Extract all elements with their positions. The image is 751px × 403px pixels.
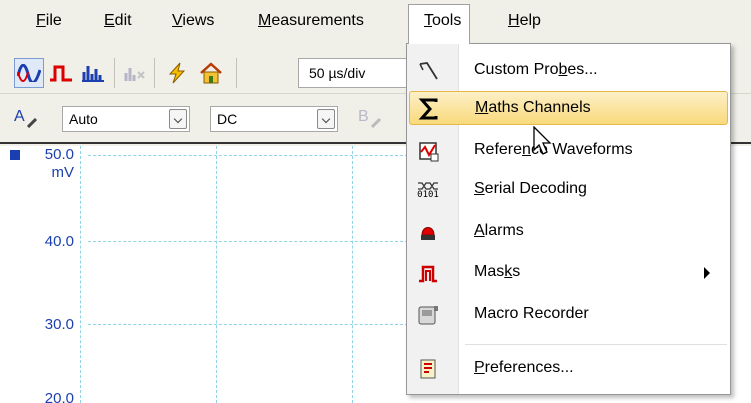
reference-waveform-icon: [415, 138, 441, 164]
menu-item-macro-recorder[interactable]: Macro Recorder: [409, 298, 728, 332]
home-icon: [200, 62, 222, 84]
menu-views[interactable]: Views: [172, 12, 214, 30]
custom-probes-icon: [415, 58, 441, 84]
grid-line: [88, 324, 418, 325]
menu-item-alarms[interactable]: Alarms: [409, 215, 728, 249]
grid-line: [352, 146, 353, 403]
menu-item-preferences[interactable]: Preferences...: [409, 352, 728, 386]
channel-a-coupling-value: DC: [217, 111, 238, 127]
tools-menu: Custom Probes... Maths Channels Referenc…: [406, 43, 731, 395]
home-button[interactable]: [196, 58, 226, 88]
menu-item-serial-decoding[interactable]: 0101 Serial Decoding: [409, 173, 728, 207]
y-axis-label: 50.0: [44, 146, 74, 163]
y-axis-label: 30.0: [44, 316, 74, 333]
mouse-cursor-icon: [533, 126, 552, 155]
timebase-select[interactable]: 50 µs/div: [298, 58, 408, 88]
channel-a-range-select[interactable]: Auto: [62, 106, 190, 132]
grid-line: [216, 146, 217, 403]
menu-tools[interactable]: Tools: [408, 4, 470, 44]
serial-decoding-icon: 0101: [415, 177, 441, 203]
disabled-spectrum-icon: [124, 68, 145, 81]
channel-b-label[interactable]: B: [358, 108, 369, 126]
channel-a-coupling-select[interactable]: DC: [210, 106, 338, 132]
toolbar-separator: [236, 58, 237, 88]
chevron-down-icon[interactable]: [317, 109, 335, 129]
grid-line: [80, 146, 81, 403]
scope-mode-button[interactable]: [14, 58, 44, 88]
toolbar-separator: [114, 58, 115, 88]
preferences-icon: [415, 356, 441, 382]
menu-measurements[interactable]: Measurements: [258, 12, 364, 30]
y-axis-label: 40.0: [44, 233, 74, 250]
channel-a-range-value: Auto: [69, 111, 98, 127]
menu-separator: [465, 344, 727, 345]
menu-edit[interactable]: Edit: [104, 12, 132, 30]
grid-line: [88, 241, 418, 242]
menu-item-masks[interactable]: Masks: [409, 256, 728, 290]
spectrum-mode-button[interactable]: [78, 58, 108, 88]
sigma-icon: [416, 96, 442, 122]
macro-recorder-icon: [415, 302, 441, 328]
menu-bar: File Edit Views Measurements Tools Help: [0, 0, 751, 44]
mask-icon: [415, 260, 441, 286]
y-axis-label: 20.0: [44, 390, 74, 403]
spectrum-icon: [82, 66, 104, 82]
disabled-mode-button: [120, 58, 150, 88]
chevron-down-icon[interactable]: [169, 109, 187, 129]
menu-item-custom-probes[interactable]: Custom Probes...: [409, 54, 728, 88]
channel-a-label[interactable]: A: [14, 108, 25, 126]
sine-wave-icon: [17, 64, 41, 82]
lightning-icon: [168, 62, 186, 84]
menu-item-maths-channels[interactable]: Maths Channels: [409, 91, 728, 125]
persistence-mode-button[interactable]: [46, 58, 76, 88]
alarm-icon: [415, 219, 441, 245]
auto-setup-button[interactable]: [162, 58, 192, 88]
toolbar-separator: [154, 58, 155, 88]
menu-item-reference-waveforms[interactable]: Reference Waveforms: [409, 134, 728, 168]
menu-file[interactable]: File: [36, 12, 62, 30]
probe-icon: [27, 118, 37, 128]
pulse-icon: [50, 65, 72, 82]
menu-help[interactable]: Help: [508, 12, 541, 30]
grid-line: [88, 155, 418, 156]
y-axis-unit: mV: [51, 164, 75, 181]
submenu-arrow-icon: [704, 267, 710, 279]
probe-icon: [371, 118, 381, 128]
